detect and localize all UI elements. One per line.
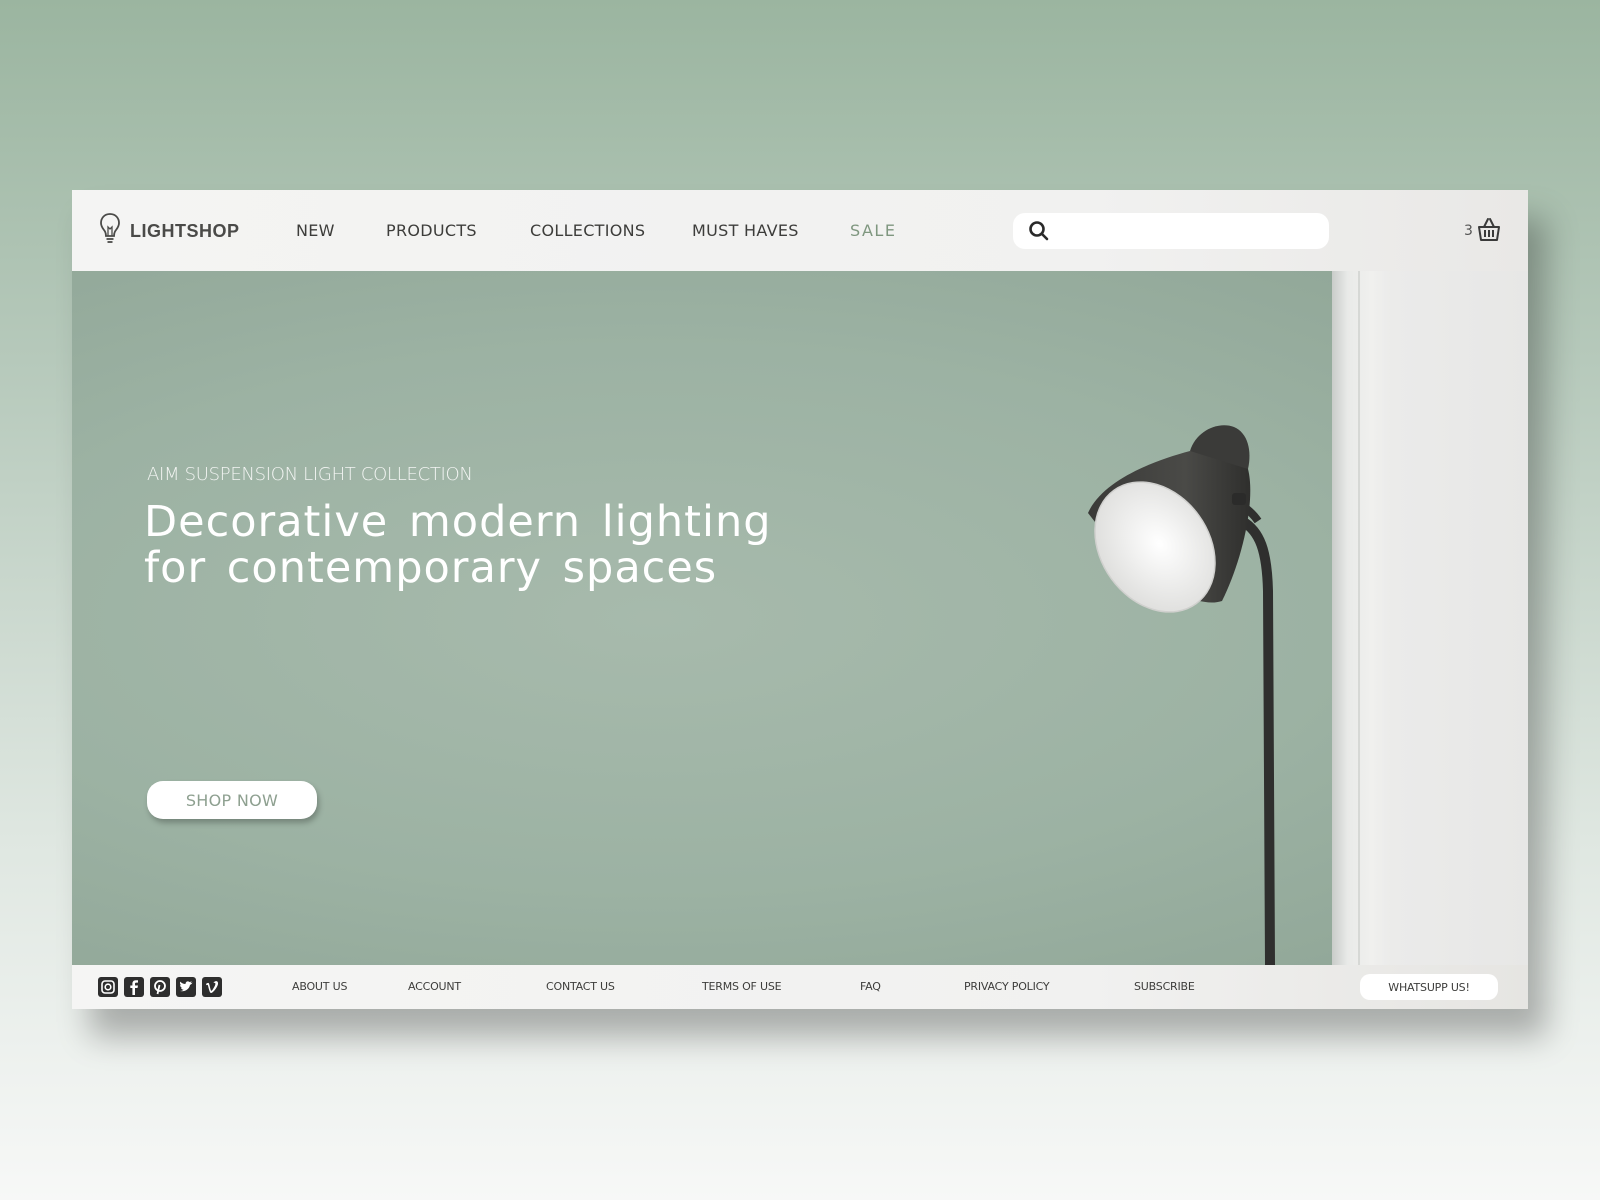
nav-new[interactable]: NEW [296, 221, 335, 240]
footer-link-faq[interactable]: FAQ [860, 980, 881, 993]
site-footer: ABOUT US ACCOUNT CONTACT US TERMS OF USE… [72, 965, 1528, 1009]
cart-button[interactable]: 3 [1464, 216, 1501, 246]
whatsapp-button[interactable]: WHATSUPP US! [1360, 974, 1498, 1000]
floor-lamp-image [1088, 425, 1275, 965]
hero-title-line-2: for contemporary spaces [144, 543, 718, 593]
search-icon[interactable] [1027, 219, 1051, 243]
search-input[interactable] [1061, 219, 1315, 245]
nav-sale[interactable]: SALE [850, 221, 896, 240]
shop-now-button[interactable]: SHOP NOW [147, 781, 317, 819]
footer-link-about-us[interactable]: ABOUT US [292, 980, 347, 993]
hero-eyebrow: AIM SUSPENSION LIGHT COLLECTION [147, 464, 473, 485]
twitter-icon[interactable] [176, 977, 196, 997]
hero-banner: AIM SUSPENSION LIGHT COLLECTION Decorati… [72, 271, 1528, 965]
instagram-icon[interactable] [98, 977, 118, 997]
nav-products[interactable]: PRODUCTS [386, 221, 477, 240]
white-wall-panel [1332, 271, 1528, 965]
footer-link-account[interactable]: ACCOUNT [408, 980, 461, 993]
nav-must-haves[interactable]: MUST HAVES [692, 221, 799, 240]
pinterest-icon[interactable] [150, 977, 170, 997]
facebook-icon[interactable] [124, 977, 144, 997]
nav-collections[interactable]: COLLECTIONS [530, 221, 645, 240]
logo[interactable]: LIGHTSHOP [98, 212, 240, 250]
search-box[interactable] [1013, 213, 1329, 249]
site-header: LIGHTSHOP NEW PRODUCTS COLLECTIONS MUST … [72, 190, 1528, 271]
lightbulb-icon [98, 212, 122, 250]
basket-icon [1477, 216, 1501, 246]
footer-link-terms-of-use[interactable]: TERMS OF USE [702, 980, 782, 993]
social-links [98, 977, 222, 997]
vimeo-icon[interactable] [202, 977, 222, 997]
hero-title: Decorative modern lighting for contempor… [144, 499, 784, 591]
footer-link-subscribe[interactable]: SUBSCRIBE [1134, 980, 1195, 993]
browser-frame: LIGHTSHOP NEW PRODUCTS COLLECTIONS MUST … [72, 190, 1528, 1009]
footer-link-contact-us[interactable]: CONTACT US [546, 980, 615, 993]
cart-count: 3 [1464, 223, 1473, 239]
brand-name: LIGHTSHOP [130, 220, 240, 241]
wall-edge [1358, 271, 1360, 965]
footer-link-privacy-policy[interactable]: PRIVACY POLICY [964, 980, 1050, 993]
hero-title-line-1: Decorative modern lighting [144, 497, 772, 547]
